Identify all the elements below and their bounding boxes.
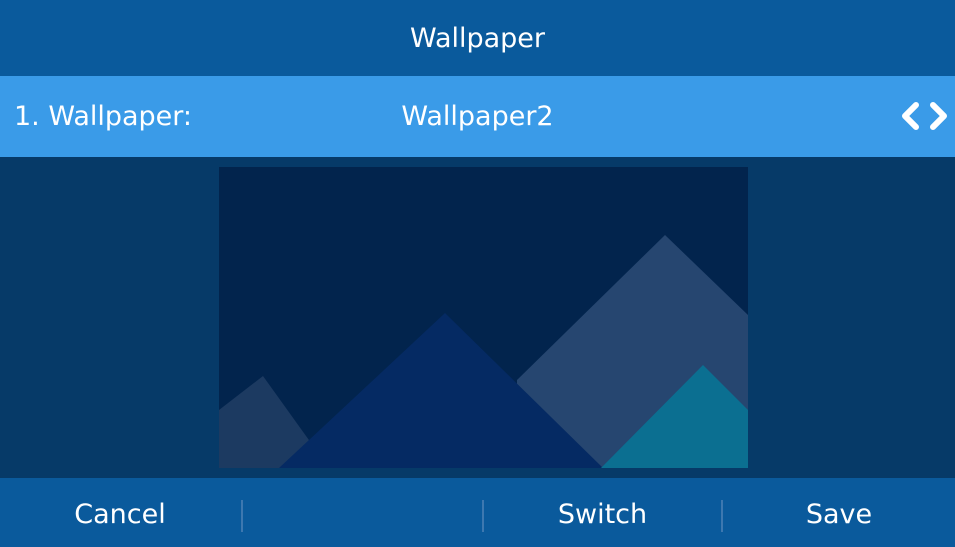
phone-screen: Wallpaper 1. Wallpaper: Wallpaper2 Cance… xyxy=(0,0,955,547)
chevron-right-icon[interactable] xyxy=(928,96,950,136)
chevron-left-icon[interactable] xyxy=(899,96,921,136)
save-button[interactable]: Save xyxy=(723,478,955,547)
wallpaper-preview xyxy=(219,167,748,468)
softkey-bar: Cancel Switch Save xyxy=(0,478,955,547)
empty-softkey[interactable] xyxy=(242,478,482,547)
title-bar: Wallpaper xyxy=(0,0,955,76)
wallpaper-setting-row[interactable]: 1. Wallpaper: Wallpaper2 xyxy=(0,76,955,157)
switch-button[interactable]: Switch xyxy=(484,478,721,547)
page-title: Wallpaper xyxy=(409,22,546,54)
wallpaper-setting-label: 1. Wallpaper: xyxy=(14,101,193,132)
cancel-button[interactable]: Cancel xyxy=(0,478,240,547)
preview-area xyxy=(0,157,955,478)
